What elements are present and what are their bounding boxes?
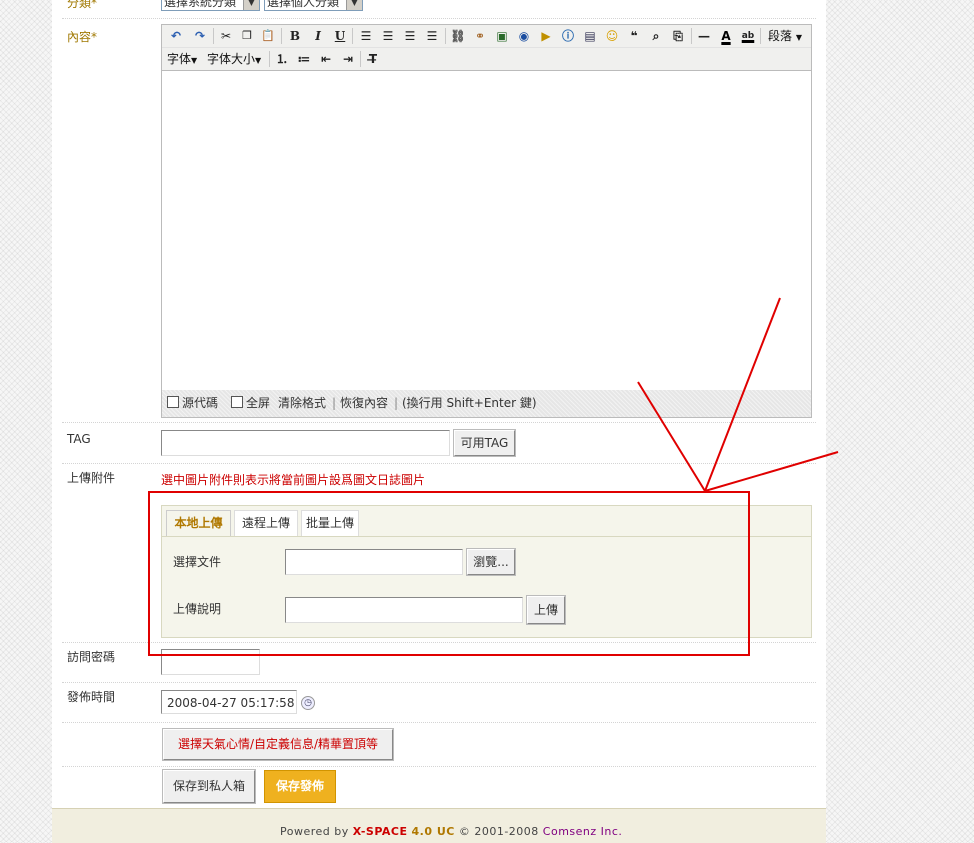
annotation-arrow-line [637, 381, 706, 492]
annotation-arrows [637, 297, 839, 492]
annotation-arrow-line [704, 451, 839, 492]
annotation-arrow-line [704, 297, 781, 492]
